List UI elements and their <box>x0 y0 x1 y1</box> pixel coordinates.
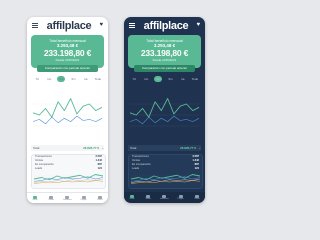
comparison-badge[interactable]: Comparación con periodo anterior <box>134 65 195 72</box>
phone-light-theme: affilplace ♥ Total beneficio mensual 3.2… <box>27 17 108 203</box>
app-logo: affilplace <box>143 20 189 32</box>
total-label: Total <box>33 146 40 150</box>
menu-icon[interactable] <box>32 23 38 28</box>
earnings-chart <box>32 98 103 127</box>
nav-label: Inicio <box>129 197 135 200</box>
top-bar: affilplace ♥ <box>27 17 108 35</box>
bottom-nav: Inicio Webs Informes Pagos Perfil <box>27 192 108 203</box>
total-row[interactable]: Total 26.895,77 € ⌄ <box>31 145 104 151</box>
chevron-down-icon: ⌄ <box>198 146 201 150</box>
period-tab[interactable]: 1a <box>82 76 90 82</box>
period-tab[interactable]: 6m <box>167 76 175 82</box>
summary-subtitle: Desde 2015/2021 <box>152 58 177 62</box>
phone-dark-theme: affilplace ♥ Total beneficio mensual 3.2… <box>124 17 205 203</box>
nav-label: Pagos <box>80 198 87 201</box>
period-tab[interactable]: Todo <box>94 76 102 82</box>
earnings-chart <box>129 98 200 127</box>
chart-series-line <box>129 98 200 118</box>
chart-series-line <box>32 115 103 125</box>
breakdown-label: Leads <box>35 167 43 170</box>
breakdown-chart <box>33 174 104 184</box>
breakdown-label: En comparación <box>35 163 54 166</box>
breakdown-card: Transacciones 2.587 Ventas 1.342 En compar… <box>128 154 203 189</box>
nav-label: Webs <box>145 197 152 200</box>
total-value-small: 26.895,77 € <box>83 146 99 150</box>
nav-label: Pagos <box>177 197 184 200</box>
nav-item-perfil[interactable]: Perfil <box>92 195 108 202</box>
period-tab-active[interactable]: 3m <box>57 76 66 82</box>
bottom-nav: Inicio Webs Informes Pagos Perfil <box>124 192 205 203</box>
chart-series-line <box>32 98 103 118</box>
summary-subtitle: Desde 2015/2021 <box>55 58 80 62</box>
chevron-down-icon: ⌄ <box>101 146 104 150</box>
nav-label: Webs <box>48 198 55 201</box>
breakdown-label: En comparación <box>132 163 151 166</box>
nav-item-webs[interactable]: Webs <box>140 194 156 201</box>
period-tab[interactable]: 7d <box>33 76 41 82</box>
top-bar: affilplace ♥ <box>124 17 205 35</box>
nav-item-inicio[interactable]: Inicio <box>124 194 140 201</box>
nav-label: Inicio <box>32 198 38 201</box>
breakdown-label: Transacciones <box>132 155 149 158</box>
breakdown-label: Ventas <box>132 159 140 162</box>
total-value: 233.198,80 € <box>43 48 92 58</box>
nav-item-webs[interactable]: Webs <box>43 195 59 202</box>
breakdown-card: Transacciones 2.587 Ventas 1.342 En compar… <box>31 154 106 189</box>
nav-item-inicio[interactable]: Inicio <box>27 195 43 202</box>
nav-label: Informes <box>63 198 72 201</box>
app-logo: affilplace <box>46 20 92 32</box>
breakdown-label: Transacciones <box>35 155 52 158</box>
total-label: Total <box>130 146 137 150</box>
breakdown-chart <box>130 174 201 184</box>
nav-label: Perfil <box>194 197 200 200</box>
period-selector: 7d 1m 3m 6m 1a Todo <box>130 75 199 83</box>
nav-item-informes[interactable]: Informes <box>156 194 172 201</box>
menu-icon[interactable] <box>129 23 135 28</box>
nav-item-informes[interactable]: Informes <box>59 195 75 202</box>
nav-item-pagos[interactable]: Pagos <box>173 194 189 201</box>
total-row[interactable]: Total 26.895,77 € ⌄ <box>128 145 201 151</box>
summary-card: Total beneficio mensual 3.293,48 € 233.1… <box>128 35 201 68</box>
heart-icon[interactable]: ♥ <box>99 22 103 29</box>
period-tab[interactable]: 1a <box>179 76 187 82</box>
period-selector: 7d 1m 3m 6m 1a Todo <box>33 75 102 83</box>
nav-label: Informes <box>160 197 169 200</box>
total-value: 233.198,80 € <box>140 48 189 58</box>
period-tab[interactable]: 1m <box>142 76 150 82</box>
comparison-badge[interactable]: Comparación con periodo anterior <box>37 65 98 72</box>
summary-card: Total beneficio mensual 3.293,48 € 233.1… <box>31 35 104 68</box>
chart-series-line <box>129 115 200 125</box>
total-value-small: 26.895,77 € <box>180 146 196 150</box>
period-tab[interactable]: Todo <box>191 76 199 82</box>
nav-item-pagos[interactable]: Pagos <box>76 195 92 202</box>
breakdown-label: Leads <box>132 167 140 170</box>
heart-icon[interactable]: ♥ <box>196 22 200 29</box>
period-tab-active[interactable]: 3m <box>154 76 163 82</box>
period-tab[interactable]: 6m <box>70 76 78 82</box>
period-tab[interactable]: 7d <box>130 76 138 82</box>
period-tab[interactable]: 1m <box>45 76 53 82</box>
breakdown-label: Ventas <box>35 159 43 162</box>
nav-item-perfil[interactable]: Perfil <box>189 194 205 201</box>
nav-label: Perfil <box>97 198 103 201</box>
